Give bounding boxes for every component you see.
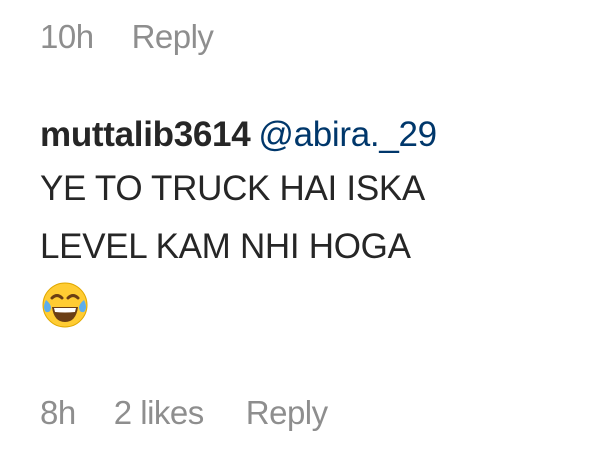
comment-username[interactable]: muttalib3614	[40, 115, 251, 154]
comment-text: YE TO TRUCK HAI ISKA LEVEL KAM NHI HOGA	[40, 160, 580, 276]
comment-text-line: LEVEL KAM NHI HOGA	[40, 227, 411, 266]
comment-reply-button[interactable]: Reply	[246, 394, 328, 432]
comment-text-line: YE TO TRUCK HAI ISKA	[40, 169, 425, 208]
comment-mention[interactable]: @abira._29	[258, 115, 437, 154]
comment-header: muttalib3614 @abira._29	[40, 112, 580, 158]
face-with-tears-of-joy-icon	[42, 282, 88, 328]
previous-comment-time: 10h	[40, 18, 94, 55]
comment-likes-button[interactable]: 2 likes	[114, 394, 205, 432]
comment-time: 8h	[40, 394, 76, 431]
comment-meta: 8h 2 likes Reply	[40, 394, 366, 432]
previous-comment-meta: 10h Reply	[40, 18, 251, 56]
comment: muttalib3614 @abira._29 YE TO TRUCK HAI I…	[40, 112, 580, 330]
previous-comment-reply-button[interactable]: Reply	[132, 18, 214, 56]
